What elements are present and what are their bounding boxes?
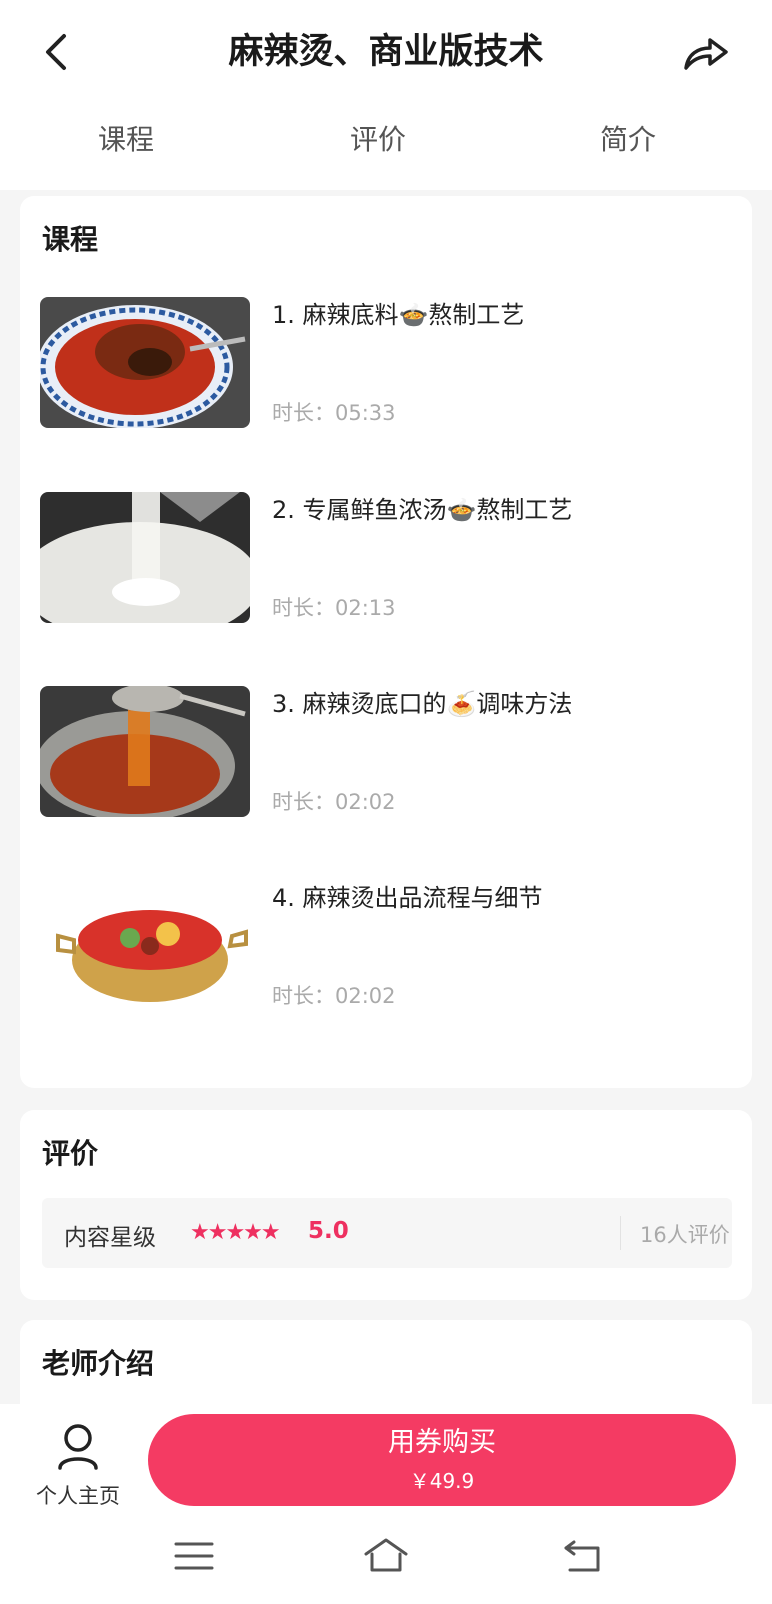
return-icon [564,1540,600,1572]
reviews-card: 评价 内容星级 ★★★★★ 5.0 16人评价 [20,1110,752,1300]
person-icon [58,1424,98,1470]
course-item[interactable]: 4. 麻辣烫出品流程与细节 时长：02:02 [40,880,730,1015]
profile-button[interactable]: 个人主页 [28,1422,128,1508]
tab-reviews[interactable]: 评价 [298,120,458,160]
bottom-bar: 个人主页 用券购买 ￥49.9 [0,1404,772,1604]
courses-heading: 课程 [42,223,99,256]
rating-score: 5.0 [308,1218,349,1244]
course-item[interactable]: 1. 麻辣底料🍲熬制工艺 时长：05:33 [40,297,730,432]
menu-icon [174,1542,214,1570]
page-title: 麻辣烫、商业版技术 [228,32,544,72]
course-duration: 时长：02:02 [272,984,396,1008]
header: 麻辣烫、商业版技术 课程 评价 简介 [0,0,772,190]
course-duration: 时长：02:13 [272,596,396,620]
tab-intro[interactable]: 简介 [548,120,708,160]
star-rating-icon: ★★★★★ [190,1220,281,1245]
course-item[interactable]: 2. 专属鲜鱼浓汤🍲熬制工艺 时长：02:13 [40,492,730,627]
back-nav-button[interactable] [560,1536,608,1576]
review-count: 16人评价 [640,1223,730,1247]
divider [620,1216,621,1250]
price: ￥49.9 [409,1469,475,1493]
course-title: 2. 专属鲜鱼浓汤🍲熬制工艺 [272,496,573,524]
course-thumbnail [40,492,250,623]
share-icon [684,38,728,70]
share-button[interactable] [680,28,732,76]
tab-courses[interactable]: 课程 [46,120,206,160]
home-nav-button[interactable] [362,1536,410,1576]
course-title: 4. 麻辣烫出品流程与细节 [272,884,543,912]
course-duration: 时长：02:02 [272,790,396,814]
buy-with-coupon-button[interactable]: 用券购买 ￥49.9 [148,1414,736,1506]
course-duration: 时长：05:33 [272,401,396,425]
teacher-heading: 老师介绍 [42,1347,155,1380]
buy-label: 用券购买 [388,1427,496,1458]
home-icon [364,1538,408,1572]
reviews-heading: 评价 [42,1137,99,1170]
rating-label: 内容星级 [64,1225,156,1251]
course-thumbnail [40,297,250,428]
courses-card: 课程 1. 麻辣底料🍲熬制工艺 时长：05:33 2. 专属鲜鱼浓汤🍲熬制工艺 … [20,196,752,1088]
rating-summary[interactable]: 内容星级 ★★★★★ 5.0 16人评价 [42,1198,732,1268]
course-thumbnail [40,686,250,817]
course-thumbnail [40,880,250,1011]
profile-label: 个人主页 [36,1484,120,1508]
menu-nav-button[interactable] [170,1536,218,1576]
course-item[interactable]: 3. 麻辣烫底口的🍝调味方法 时长：02:02 [40,686,730,821]
course-title: 1. 麻辣底料🍲熬制工艺 [272,301,525,329]
course-title: 3. 麻辣烫底口的🍝调味方法 [272,690,573,718]
